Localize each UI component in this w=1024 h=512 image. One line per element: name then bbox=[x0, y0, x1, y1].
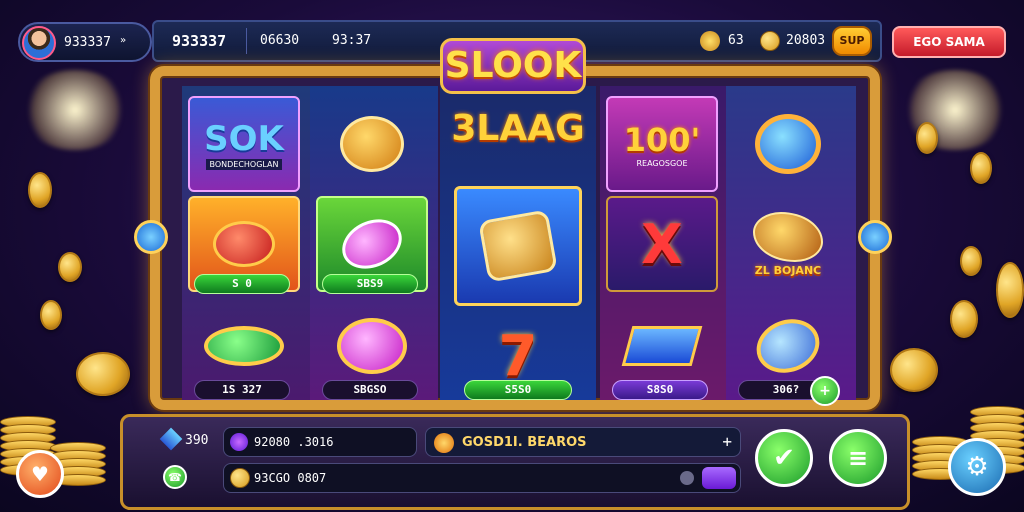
coin-decoration bbox=[40, 300, 62, 330]
player-suffix: » bbox=[120, 35, 127, 46]
home-button[interactable]: ♥ bbox=[16, 450, 64, 498]
symbol-x-tile: X bbox=[606, 196, 718, 292]
coins-value: 20803 bbox=[786, 33, 826, 48]
coin-decoration bbox=[996, 262, 1024, 318]
coin-icon bbox=[760, 31, 780, 51]
symbol-sok-logo: SOK BONDECHOGLAN bbox=[188, 96, 300, 192]
orb-icon bbox=[230, 433, 248, 451]
ruby-gem-icon bbox=[213, 221, 275, 267]
balance-value: 933337 bbox=[172, 32, 227, 50]
player-profile[interactable]: 933337 » bbox=[18, 22, 152, 62]
symbol-caption: BONDECHOGLAN bbox=[206, 158, 282, 170]
payout-label: S 0 bbox=[194, 274, 290, 294]
payout-label: S5S0 bbox=[464, 380, 572, 400]
sup-button[interactable]: SUP bbox=[832, 26, 872, 56]
banner-field[interactable]: GOSD1I. BEAROS + bbox=[425, 427, 741, 457]
toggle-button[interactable] bbox=[702, 467, 736, 489]
pink-jewel-icon bbox=[337, 318, 407, 374]
blue-gem-icon bbox=[749, 310, 827, 382]
settings-button[interactable]: ⚙ bbox=[948, 438, 1006, 496]
symbol-caption: ZL BOJANC bbox=[754, 263, 822, 277]
symbol-title: 100' bbox=[623, 120, 701, 159]
control-panel: 390 92080 .3016 GOSD1I. BEAROS + ☎ 93CGO… bbox=[120, 414, 910, 510]
divider bbox=[246, 28, 247, 54]
reel-2: SBS9 SBGSO bbox=[310, 86, 438, 400]
stat-b: 93:37 bbox=[332, 33, 372, 48]
side-gem-left bbox=[134, 220, 168, 254]
reel-frame: SOK BONDECHOGLAN S 0 1S 327 SBS9 SBGSO 3… bbox=[150, 66, 880, 410]
credit-field[interactable]: 93CGO 0807 bbox=[223, 463, 741, 493]
trophy-icon bbox=[700, 31, 720, 51]
side-gem-right bbox=[858, 220, 892, 254]
horn-icon bbox=[753, 211, 823, 262]
symbol-scroll-tile bbox=[454, 186, 582, 306]
gems-value: 63 bbox=[728, 33, 744, 48]
emerald-icon bbox=[204, 326, 284, 366]
gems-amount: 390 bbox=[185, 433, 209, 448]
plus-icon[interactable]: + bbox=[810, 376, 840, 406]
bet-field[interactable]: 92080 .3016 bbox=[223, 427, 417, 457]
plus-icon[interactable]: + bbox=[722, 428, 732, 456]
reel-3: 3LAAG 7 S5S0 bbox=[440, 86, 596, 400]
symbol-golden-shield bbox=[316, 96, 428, 192]
player-id: 933337 bbox=[64, 35, 111, 50]
coin-decoration bbox=[890, 348, 938, 392]
coin-decoration bbox=[76, 352, 130, 396]
stage-light-left bbox=[20, 70, 130, 150]
gem-icon bbox=[159, 427, 183, 451]
chest-icon bbox=[621, 326, 703, 366]
payout-label: SBS9 bbox=[322, 274, 418, 294]
game-logo: SLOOK bbox=[440, 38, 586, 94]
reel-4: 100' REAGOSGOE X S8S0 bbox=[600, 86, 728, 400]
avatar[interactable] bbox=[22, 26, 56, 60]
phone-icon[interactable]: ☎ bbox=[163, 465, 187, 489]
reel-5: ZL BOJANC 306? + bbox=[726, 86, 856, 406]
seven-icon: 7 bbox=[498, 323, 538, 389]
pink-gem-icon bbox=[334, 210, 410, 278]
cluster-icon bbox=[434, 433, 454, 453]
symbol-bonus-horn: ZL BOJANC bbox=[732, 196, 844, 292]
payout-label: 1S 327 bbox=[194, 380, 290, 400]
payout-label: S8S0 bbox=[612, 380, 708, 400]
menu-button[interactable]: ≡ bbox=[829, 429, 887, 487]
scroll-icon bbox=[478, 209, 558, 283]
symbol-caption: REAGOSGOE bbox=[636, 158, 688, 168]
x-icon: X bbox=[641, 212, 683, 276]
coin-icon bbox=[230, 468, 250, 488]
coin-decoration bbox=[960, 246, 982, 276]
symbol-blue-jewel bbox=[732, 96, 844, 192]
spin-button[interactable]: ✔ bbox=[755, 429, 813, 487]
coin-decoration bbox=[970, 152, 992, 184]
stat-a: 06630 bbox=[260, 33, 300, 48]
promo-button[interactable]: EGO SAMA bbox=[892, 26, 1006, 58]
symbol-title: SOK bbox=[204, 118, 284, 159]
coin-decoration bbox=[950, 300, 978, 338]
reel-headline: 3LAAG bbox=[451, 108, 585, 149]
shield-icon bbox=[340, 116, 404, 172]
info-icon[interactable] bbox=[680, 471, 694, 485]
coin-decoration bbox=[28, 172, 52, 208]
symbol-100-tile: 100' REAGOSGOE bbox=[606, 96, 718, 192]
coin-decoration bbox=[916, 122, 938, 154]
reel-1: SOK BONDECHOGLAN S 0 1S 327 bbox=[182, 86, 310, 400]
coin-decoration bbox=[58, 252, 82, 282]
payout-label: SBGSO bbox=[322, 380, 418, 400]
blue-jewel-icon bbox=[755, 114, 821, 174]
